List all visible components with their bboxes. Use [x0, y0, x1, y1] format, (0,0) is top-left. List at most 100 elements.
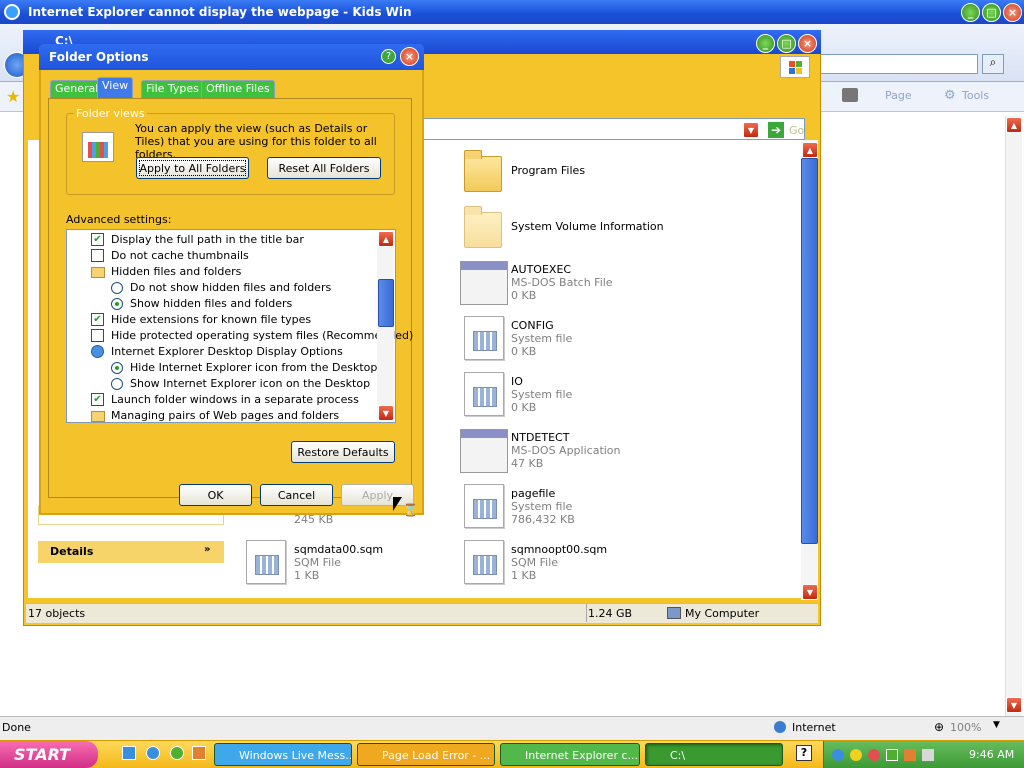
list-item[interactable]: System Volume Information — [460, 206, 670, 258]
taskbar-item-ie[interactable]: Internet Explorer c... — [500, 743, 640, 766]
taskbar-item-firefox[interactable]: Page Load Error - ... — [357, 743, 495, 766]
list-item[interactable]: AUTOEXEC MS-DOS Batch File 0 KB — [458, 260, 668, 312]
tab-general[interactable]: General — [50, 80, 104, 98]
application-icon — [460, 429, 508, 473]
list-item[interactable]: sqmdata00.sqm SQM File 1 KB — [244, 540, 454, 592]
radio-selected[interactable] — [111, 298, 123, 310]
favorites-star-icon[interactable]: ★ — [6, 87, 20, 106]
tray-network-icon[interactable] — [832, 749, 844, 761]
file-size: 1 KB — [294, 569, 320, 582]
my-computer-icon — [667, 607, 681, 619]
restore-icon[interactable]: □ — [982, 3, 1001, 22]
file-name: IO — [511, 375, 523, 388]
page-menu[interactable]: Page — [885, 89, 912, 102]
zoom-level[interactable]: 100% — [950, 721, 981, 734]
advanced-scroll-down-icon[interactable]: ▼ — [378, 405, 394, 421]
dialog-close-icon[interactable]: × — [400, 47, 419, 66]
radio-unselected[interactable] — [111, 282, 123, 294]
list-item[interactable]: NTDETECT MS-DOS Application 47 KB — [458, 428, 668, 480]
radio-selected[interactable] — [111, 362, 123, 374]
cancel-button[interactable]: Cancel — [260, 484, 333, 506]
folder-icon — [464, 206, 502, 248]
quicklaunch-media-icon[interactable] — [170, 746, 184, 760]
restore-defaults-button[interactable]: Restore Defaults — [291, 441, 395, 463]
reset-all-folders-button[interactable]: Reset All Folders — [267, 157, 381, 179]
setting-label: Show Internet Explorer icon on the Deskt… — [130, 377, 371, 390]
list-item[interactable]: pagefile System file 786,432 KB — [462, 484, 672, 536]
checkbox-unchecked[interactable] — [91, 249, 104, 262]
tools-gear-icon[interactable]: ⚙ — [944, 88, 956, 103]
list-item[interactable]: sqmnoopt00.sqm SQM File 1 KB — [462, 540, 672, 592]
tray-security-icon[interactable] — [868, 749, 880, 761]
search-input[interactable] — [820, 54, 978, 74]
tray-volume-icon[interactable] — [922, 749, 934, 761]
list-item[interactable]: Program Files — [460, 150, 670, 202]
ie-title-bar: Internet Explorer cannot display the web… — [0, 0, 1024, 24]
tools-menu[interactable]: Tools — [962, 89, 989, 102]
explorer-scroll-down-icon[interactable]: ▼ — [802, 584, 818, 600]
explorer-scroll-up-icon[interactable]: ▲ — [802, 142, 818, 158]
sqm-file-icon — [246, 540, 286, 584]
checkbox-checked[interactable]: ✔ — [91, 313, 104, 326]
file-type: MS-DOS Batch File — [511, 276, 613, 289]
explorer-maximize-icon[interactable]: □ — [777, 34, 796, 53]
tray-messenger-icon[interactable] — [850, 749, 862, 761]
folder-icon — [464, 150, 502, 192]
hourglass-icon: ⌛ — [403, 503, 418, 517]
help-icon[interactable]: ? — [381, 49, 396, 64]
chevron-down-icon[interactable]: » — [204, 544, 210, 555]
checkbox-unchecked[interactable] — [91, 329, 104, 342]
zoom-dropdown-icon[interactable]: ▼ — [993, 720, 1000, 730]
explorer-scroll-thumb[interactable] — [801, 158, 818, 544]
radio-unselected[interactable] — [111, 378, 123, 390]
tray-update-icon[interactable] — [886, 749, 898, 761]
ok-button[interactable]: OK — [179, 484, 252, 506]
search-icon[interactable]: ⌕ — [982, 54, 1004, 74]
status-total-size: 1.24 GB — [588, 607, 633, 620]
taskbar-item-explorer[interactable]: C:\ — [645, 743, 783, 766]
minimize-icon[interactable]: _ — [961, 3, 980, 22]
zoom-icon[interactable]: ⊕ — [934, 720, 944, 734]
file-type: SQM File — [294, 556, 342, 569]
quicklaunch-ie-icon[interactable] — [146, 746, 160, 760]
checkbox-checked[interactable]: ✔ — [91, 233, 104, 246]
list-item[interactable]: CONFIG System file 0 KB — [462, 316, 672, 368]
tab-offline-files[interactable]: Offline Files — [201, 80, 275, 98]
setting-label: Internet Explorer Desktop Display Option… — [111, 345, 343, 358]
advanced-scroll-thumb[interactable] — [378, 279, 394, 327]
ie-scrollbar[interactable] — [1005, 116, 1022, 716]
folder-icon — [91, 267, 105, 278]
scroll-down-icon[interactable]: ▼ — [1006, 697, 1022, 713]
file-size: 0 KB — [511, 345, 537, 358]
address-dropdown-icon[interactable]: ▼ — [743, 122, 759, 138]
print-icon[interactable] — [842, 88, 858, 102]
file-size: 47 KB — [511, 457, 544, 470]
close-icon[interactable]: × — [1003, 3, 1022, 22]
tab-view[interactable]: View — [97, 77, 134, 99]
advanced-scroll-up-icon[interactable]: ▲ — [378, 231, 394, 247]
checkbox-checked[interactable]: ✔ — [91, 393, 104, 406]
go-button[interactable]: Go — [789, 124, 804, 137]
file-name: CONFIG — [511, 319, 554, 332]
explorer-minimize-icon[interactable]: _ — [756, 34, 775, 53]
show-desktop-icon[interactable] — [122, 746, 136, 760]
explorer-close-icon[interactable]: × — [798, 34, 817, 53]
file-name: NTDETECT — [511, 431, 570, 444]
start-button[interactable]: START — [0, 741, 98, 768]
apply-to-all-folders-button[interactable]: Apply to All Folders — [136, 157, 249, 179]
advanced-settings-list: ✔ Display the full path in the title bar… — [66, 229, 413, 423]
help-tray-icon[interactable]: ? — [796, 745, 812, 761]
go-arrow-icon[interactable]: ➔ — [767, 121, 785, 139]
tab-file-types[interactable]: File Types — [141, 80, 204, 98]
setting-label: Display the full path in the title bar — [111, 233, 304, 246]
explorer-status-bar: 17 objects 1.24 GB My Computer — [26, 603, 818, 623]
quicklaunch-app-icon[interactable] — [192, 746, 206, 760]
system-file-icon — [464, 316, 504, 360]
scroll-up-icon[interactable]: ▲ — [1006, 117, 1022, 133]
tray-tool-icon[interactable] — [904, 749, 916, 761]
list-item[interactable]: IO System file 0 KB — [462, 372, 672, 424]
file-size: 0 KB — [511, 289, 537, 302]
taskbar-item-messenger[interactable]: Windows Live Mess... — [214, 743, 352, 766]
dialog-title-bar: Folder Options — [39, 44, 424, 70]
details-header[interactable]: Details » — [38, 541, 224, 563]
